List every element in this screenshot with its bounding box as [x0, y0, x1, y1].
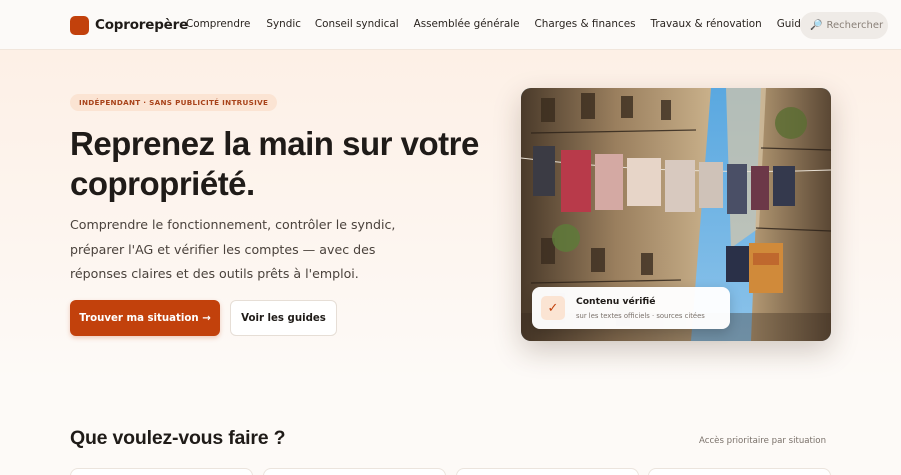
- situation-card[interactable]: [648, 468, 831, 475]
- nav-item-syndic[interactable]: Syndic: [266, 18, 301, 30]
- nav-item-comprendre[interactable]: Comprendre: [186, 18, 250, 30]
- independence-badge: INDÉPENDANT · SANS PUBLICITÉ INTRUSIVE: [70, 94, 278, 111]
- verified-subtitle: sur les textes officiels · sources citée…: [576, 312, 705, 320]
- search-input[interactable]: 🔎 Rechercher: [800, 12, 888, 39]
- situation-card[interactable]: [456, 468, 639, 475]
- nav-item-assemblee-generale[interactable]: Assemblée générale: [414, 18, 520, 30]
- main-nav: Comprendre Syndic Conseil syndical Assem…: [186, 18, 856, 30]
- see-guides-button[interactable]: Voir les guides: [230, 300, 337, 336]
- hero-lead: Comprendre le fonctionnement, contrôler …: [70, 217, 396, 281]
- situation-card[interactable]: [263, 468, 446, 475]
- nav-item-travaux-renovation[interactable]: Travaux & rénovation: [651, 18, 762, 30]
- verified-content-card: ✓ Contenu vérifié sur les textes officie…: [532, 287, 730, 329]
- search-icon: 🔎: [810, 20, 823, 31]
- find-situation-button[interactable]: Trouver ma situation →: [70, 300, 220, 336]
- verified-title: Contenu vérifié: [576, 296, 656, 307]
- situation-card[interactable]: [70, 468, 253, 475]
- logo[interactable]: Coprorepère: [70, 15, 188, 35]
- section-title: Que voulez-vous faire ?: [70, 427, 286, 449]
- logo-icon: [70, 15, 89, 35]
- verified-check-box: ✓: [541, 296, 565, 320]
- site-header: Coprorepère Comprendre Syndic Conseil sy…: [0, 0, 901, 50]
- hero-title: Reprenez la main sur votre copropriété.: [70, 125, 479, 202]
- check-icon: ✓: [547, 300, 559, 316]
- nav-item-charges-finances[interactable]: Charges & finances: [535, 18, 636, 30]
- search-placeholder: Rechercher: [826, 20, 884, 31]
- nav-item-conseil-syndical[interactable]: Conseil syndical: [315, 18, 399, 30]
- logo-text: Coprorepère: [95, 17, 189, 33]
- section-note: Accès prioritaire par situation: [699, 436, 827, 446]
